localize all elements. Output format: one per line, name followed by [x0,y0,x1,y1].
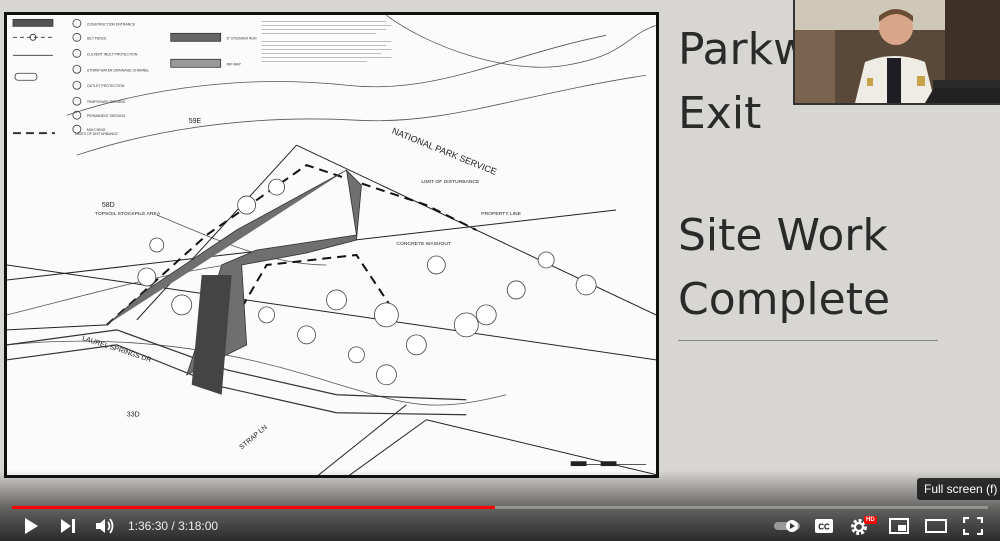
progress-bar[interactable] [12,506,988,509]
svg-text:STORM WATER DRAINAGE CHANNEL: STORM WATER DRAINAGE CHANNEL [87,68,150,72]
play-icon [25,518,38,534]
mute-button[interactable] [92,514,118,538]
svg-text:CONSTRUCTION ENTRANCE: CONSTRUCTION ENTRANCE [87,22,136,26]
svg-text:SILT FENCE: SILT FENCE [87,36,107,40]
theater-icon [925,519,947,533]
subtitles-button[interactable]: CC [811,514,837,538]
play-button[interactable] [18,514,44,538]
slide-title-line2: Exit [678,88,762,139]
svg-text:6" CRUSHER RUN: 6" CRUSHER RUN [227,36,257,40]
volume-icon [96,518,114,534]
slide-heading-line1: Site Work [678,210,888,261]
slide-title-line1: Parkw [678,24,810,75]
svg-text:OUTLET PROTECTION: OUTLET PROTECTION [87,84,125,88]
time-display: 1:36:30 / 3:18:00 [128,519,218,533]
svg-text:RIP-RAP: RIP-RAP [227,62,242,66]
duration: 3:18:00 [178,519,219,533]
legend-limits-label: LIMITS OF DISTURBANCE [75,132,119,136]
label-33d: 33D [127,412,140,419]
speaker-image [795,0,1000,103]
current-time: 1:36:30 [128,519,169,533]
label-59e: 59E [189,118,202,125]
slide-divider [678,340,938,341]
progress-played [12,506,496,509]
miniplayer-icon [889,518,909,534]
fullscreen-icon [963,517,983,535]
site-plan-svg: CONSTRUCTION ENTRANCE SILT FENCE CULVERT… [7,15,656,475]
next-icon [61,519,75,533]
label-topsoil: TOPSOIL STOCKPILE AREA [95,211,161,217]
fullscreen-button[interactable] [960,514,986,538]
svg-text:CULVERT INLET PROTECTION: CULVERT INLET PROTECTION [87,52,138,56]
next-button[interactable] [55,514,81,538]
player-controls: 1:36:30 / 3:18:00 CC HD [0,511,1000,541]
slide-heading-line2: Complete [678,274,891,325]
fullscreen-tooltip: Full screen (f) [917,478,1000,500]
label-concrete-washout: CONCRETE WASHOUT [396,241,451,247]
label-property-line: PROPERTY LINE [481,211,521,217]
site-plan-drawing: CONSTRUCTION ENTRANCE SILT FENCE CULVERT… [4,12,659,478]
label-58d: 58D [102,202,115,209]
theater-mode-button[interactable] [923,514,949,538]
svg-text:PERMANENT SEEDING: PERMANENT SEEDING [87,114,126,118]
video-player[interactable]: CONSTRUCTION ENTRANCE SILT FENCE CULVERT… [0,0,1000,541]
autoplay-toggle[interactable] [772,514,802,538]
cc-icon: CC [815,519,833,533]
miniplayer-button[interactable] [886,514,912,538]
cc-label: CC [818,523,830,532]
speaker-webcam [793,0,1000,105]
time-separator: / [168,519,179,533]
label-limit-of-disturbance: LIMIT OF DISTURBANCE [421,179,480,185]
autoplay-icon [774,520,800,532]
hd-badge: HD [864,516,877,524]
